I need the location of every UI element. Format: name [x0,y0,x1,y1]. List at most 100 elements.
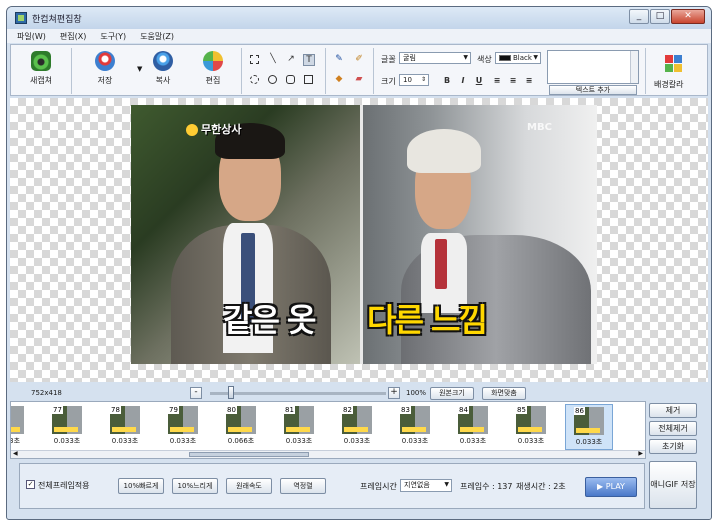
frame-time: .033초 [10,437,21,445]
scroll-right-icon[interactable]: ▶ [638,450,643,457]
bold-button[interactable]: B [441,76,453,85]
frame-time: 0.066초 [227,437,255,445]
frame-item[interactable]: 85 0.033초 [507,404,555,450]
arrow-icon[interactable]: ↗ [285,54,297,66]
captured-image[interactable]: 무한상사 MBC 같은 옷 다른 느낌 [131,105,597,364]
frame-item[interactable]: 84 0.033초 [449,404,497,450]
original-size-button[interactable]: 원본크기 [430,387,474,400]
bgcolor-icon[interactable] [665,55,683,73]
broadcaster-logo: MBC [527,122,552,133]
zoom-in-button[interactable]: + [388,387,400,399]
frame-thumbnail: 81 [284,406,314,434]
canvas-area[interactable]: 무한상사 MBC 같은 옷 다른 느낌 [10,98,708,382]
rect-select-icon[interactable] [249,54,261,66]
edit-button[interactable]: 편집 [193,49,233,93]
frame-item[interactable]: 6 .033초 [10,404,33,450]
original-speed-button[interactable]: 원래속도 [226,478,272,494]
zoom-slider-track[interactable] [210,392,386,395]
font-label: 글꼴 [381,55,396,64]
frame-item[interactable]: 83 0.033초 [391,404,439,450]
rounded-rect-icon[interactable] [285,74,297,86]
text-input[interactable] [547,50,639,84]
eraser-icon[interactable]: ▰ [353,74,365,86]
remove-all-button[interactable]: 전체제거 [649,421,697,436]
brush-icon[interactable]: ✐ [353,54,365,66]
zoom-bar: 752x418 - + 100% 원본크기 화면맞춤 [10,385,708,401]
underline-button[interactable]: U [473,76,485,85]
frame-item-selected[interactable]: 86 0.033초 [565,404,613,450]
menu-file[interactable]: 파일(W) [17,31,46,42]
apply-all-checkbox[interactable]: ✓ [26,480,35,489]
rect-icon[interactable] [303,74,315,86]
color-select[interactable]: Black ▼ [495,52,541,64]
new-capture-button[interactable]: 새캡쳐 [21,49,61,93]
text-tool-icon[interactable]: T [303,54,315,66]
frame-strip[interactable]: 6 .033초 77 0.033초 78 0.033초 79 0.033초 80… [10,401,646,459]
frame-time-select[interactable]: 지연없음 ▼ [400,479,452,492]
circle-icon[interactable] [267,74,279,86]
frame-scrollbar[interactable]: ◀ ▶ [11,450,645,458]
frame-thumbnail: 85 [516,406,546,434]
fill-icon[interactable]: ◆ [333,74,345,86]
frame-thumbnail: 82 [342,406,372,434]
close-button[interactable]: ✕ [671,9,705,24]
add-text-button[interactable]: 텍스트 추가 [549,85,637,95]
zoom-out-button[interactable]: - [190,387,202,399]
play-button[interactable]: ▶ PLAY [585,477,637,497]
menu-tools[interactable]: 도구(Y) [100,31,126,42]
maximize-button[interactable]: □ [650,9,670,24]
text-input-scrollbar[interactable] [630,51,638,83]
bgcolor-label[interactable]: 배경칼라 [654,79,683,90]
ellipse-select-icon[interactable] [249,74,261,86]
frame-item[interactable]: 78 0.033초 [101,404,149,450]
save-button[interactable]: 저장 [85,49,125,93]
line-icon[interactable]: ╲ [267,54,279,66]
image-divider [360,105,363,364]
align-left-icon[interactable]: ≡ [491,76,503,85]
reset-button[interactable]: 초기화 [649,439,697,454]
color-value: Black [513,54,532,62]
menu-help[interactable]: 도움말(Z) [140,31,174,42]
save-gif-button[interactable]: 애니GIF 저장 [649,461,697,509]
frame-time: 0.033초 [401,437,429,445]
apply-all-label[interactable]: 전체프레임적용 [38,480,90,491]
size-select[interactable]: 10 ⇕ [399,74,429,86]
font-select[interactable]: 굴림 ▼ [399,52,471,64]
frame-time: 0.033초 [459,437,487,445]
remove-frame-button[interactable]: 제거 [649,403,697,418]
align-center-icon[interactable]: ≡ [507,76,519,85]
frame-item[interactable]: 79 0.033초 [159,404,207,450]
frame-thumbnail: 86 [574,407,604,435]
edit-label: 편집 [205,76,221,85]
frame-thumbnail: 83 [400,406,430,434]
reverse-button[interactable]: 역정렬 [280,478,326,494]
frame-item[interactable]: 82 0.033초 [333,404,381,450]
edit-icon [203,51,223,71]
frame-time: 0.033초 [343,437,371,445]
save-dropdown-icon[interactable]: ▼ [137,65,142,73]
minimize-button[interactable]: _ [629,9,649,24]
pen-icon[interactable]: ✎ [333,54,345,66]
align-right-icon[interactable]: ≡ [523,76,535,85]
frame-thumbnail: 80 [226,406,256,434]
faster-button[interactable]: 10%빠르게 [118,478,164,494]
menu-edit[interactable]: 편집(X) [60,31,86,42]
frame-scrollbar-thumb[interactable] [189,452,309,457]
font-value: 굴림 [403,54,416,62]
camera-icon [31,51,51,71]
frame-time: 0.033초 [575,438,603,446]
frame-item[interactable]: 81 0.033초 [275,404,323,450]
zoom-slider-thumb[interactable] [228,386,234,399]
copy-button[interactable]: 복사 [143,49,183,93]
frame-time: 0.033초 [53,437,81,445]
caption-left: 같은 옷 [223,301,316,339]
save-icon [95,51,115,71]
slower-button[interactable]: 10%느리게 [172,478,218,494]
italic-button[interactable]: I [457,76,469,85]
frame-item[interactable]: 80 0.066초 [217,404,265,450]
frame-item[interactable]: 77 0.033초 [43,404,91,450]
frame-thumbnail: 77 [52,406,82,434]
window-title: 한컵쳐편집창 [32,15,82,25]
fit-screen-button[interactable]: 화면맞춤 [482,387,526,400]
scroll-left-icon[interactable]: ◀ [13,450,18,457]
